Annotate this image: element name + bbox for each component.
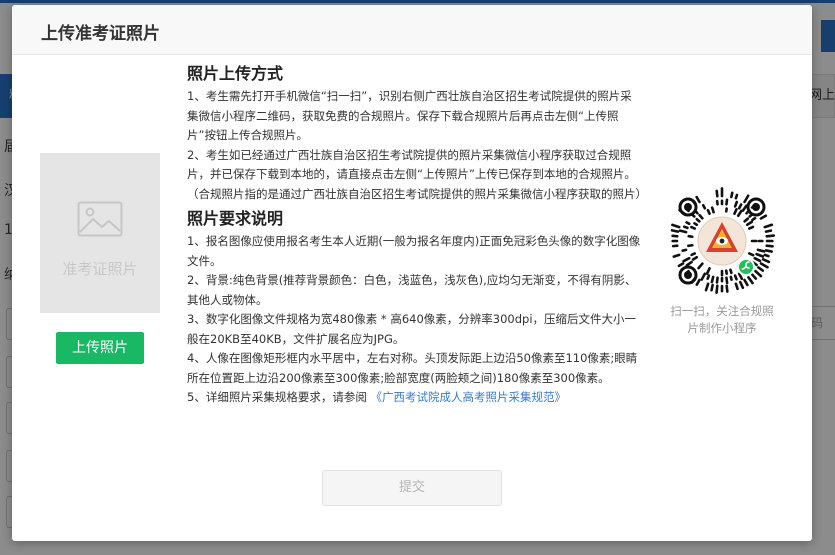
- qr-code-module: [765, 234, 776, 238]
- qr-caption: 扫一扫，关注合规照片制作小程序: [670, 304, 774, 335]
- qr-code-module: [678, 229, 688, 234]
- qr-code-module: [759, 262, 769, 269]
- qr-code-module: [725, 198, 729, 206]
- qr-code-module: [682, 256, 691, 263]
- qr-code-module: [736, 209, 743, 218]
- requirement-paragraph: 1、报名图像应使用报名考生本人近期(一般为报名年度内)正面免冠彩色头像的数字化图…: [187, 234, 641, 268]
- qr-code-module: [701, 203, 707, 210]
- qr-code-module: [764, 249, 773, 253]
- qr-code-module: [734, 193, 739, 200]
- qr-code-module: [687, 243, 694, 248]
- qr-code-module: [765, 244, 774, 248]
- mini-program-qr-code: [670, 187, 776, 294]
- upload-photo-modal: 上传准考证照片 准考证照片 上传照片 照片上传方式 1、考生需先打开手机微信“扫…: [12, 5, 812, 541]
- qr-code-module: [759, 214, 768, 220]
- qr-code-module: [761, 258, 771, 264]
- qr-code-module: [695, 195, 701, 204]
- qr-code-module: [682, 225, 689, 230]
- qr-code-module: [747, 225, 755, 230]
- photo-placeholder-text: 准考证照片: [62, 260, 138, 278]
- requirement-paragraph: 2、背景:纯色背景(推荐背景颜色：白色，浅蓝色，浅灰色),应均匀无渐变，不得有阴…: [187, 273, 637, 307]
- qr-code-module: [672, 253, 681, 258]
- qr-code-module: [729, 268, 733, 275]
- qr-code-module: [750, 273, 758, 280]
- qr-code-module: [681, 248, 688, 252]
- spec-reference-text: 5、详细照片采集规格要求，请参阅: [187, 390, 367, 404]
- qr-code-module: [685, 260, 693, 267]
- qr-code-module: [685, 221, 691, 226]
- qr-code-module: [706, 208, 711, 216]
- qr-code-module: [756, 248, 766, 253]
- qr-finder-dot: [684, 271, 692, 279]
- requirement-paragraph: 4、人像在图像矩形框内水平居中，左右对称。头顶发际距上边沿50像素至110像素;…: [187, 351, 638, 385]
- image-icon: [77, 201, 123, 237]
- requirement-paragraph: 3、数字化图像文件规格为宽480像素 * 高640像素，分辨率300dpi，压缩…: [187, 312, 637, 346]
- qr-code-module: [729, 275, 733, 281]
- qr-code-module: [670, 229, 680, 233]
- qr-code-module: [747, 276, 754, 285]
- qr-code-module: [710, 283, 714, 292]
- qr-code-module: [690, 252, 697, 257]
- qr-code-module: [734, 282, 739, 291]
- qr-code-module: [700, 272, 707, 281]
- qr-code-module: [751, 216, 757, 222]
- instructions: 照片上传方式 1、考生需先打开手机微信“扫一扫”，识别右侧广西壮族自治区招生考试…: [187, 61, 647, 408]
- qr-code-module: [695, 217, 701, 223]
- qr-code-module: [693, 222, 699, 227]
- qr-code-module: [725, 276, 729, 285]
- qr-code-module: [733, 274, 738, 281]
- modal-title: 上传准考证照片: [41, 24, 160, 44]
- qr-code-module: [745, 220, 754, 227]
- qr-code-module: [710, 206, 715, 214]
- qr-code-module: [743, 278, 749, 287]
- qr-code-module: [725, 284, 729, 293]
- qr-finder-dot: [684, 203, 692, 211]
- upload-method-title: 照片上传方式: [187, 64, 284, 83]
- qr-code-module: [710, 275, 715, 284]
- qr-code-module: [763, 253, 770, 258]
- qr-code-module: [690, 225, 697, 230]
- qr-code-module: [733, 200, 739, 208]
- qr-code-module: [737, 203, 743, 210]
- qr-code-module: [687, 234, 694, 239]
- qr-code-module: [691, 255, 699, 261]
- qr-code-module: [764, 229, 773, 233]
- qr-code-module: [743, 217, 750, 223]
- submit-button[interactable]: 提交: [322, 470, 502, 506]
- qr-code-module: [705, 266, 711, 275]
- qr-code-module: [739, 280, 745, 290]
- qr-code-module: [733, 207, 738, 216]
- qr-code-module: [730, 191, 734, 199]
- qr-code-module: [677, 262, 685, 268]
- qr-code-module: [743, 194, 750, 204]
- qr-code-module: [715, 284, 719, 294]
- qr-code-module: [763, 223, 774, 229]
- qr-code-module: [741, 204, 748, 212]
- qr-finder-dot: [752, 203, 760, 211]
- method-paragraph: 1、考生需先打开手机微信“扫一扫”，识别右侧广西壮族自治区招生考试院提供的照片采…: [187, 89, 632, 142]
- photo-preview: 准考证照片: [40, 153, 160, 313]
- upload-photo-button[interactable]: 上传照片: [56, 332, 144, 364]
- qr-code-module: [698, 213, 704, 220]
- qr-code-module: [715, 276, 719, 284]
- modal-header: 上传准考证照片: [12, 5, 812, 55]
- qr-code-module: [704, 282, 710, 292]
- qr-code-module: [697, 262, 704, 270]
- qr-code-module: [747, 252, 755, 257]
- requirement-paragraph: 5、详细照片采集规格要求，请参阅 《广西考试院成人高考照片采集规范》: [187, 388, 642, 408]
- qr-code-module: [754, 269, 763, 278]
- method-paragraph: 2、考生如已经通过广西壮族自治区招生考试院提供的照片采集微信小程序获取过合规照片…: [187, 147, 647, 201]
- qr-code-module: [757, 266, 765, 272]
- qr-code-module: [755, 252, 765, 258]
- qr-code-module: [695, 278, 701, 286]
- requirements-title: 照片要求说明: [187, 209, 284, 228]
- qr-code-module: [671, 223, 681, 229]
- qr-code-module: [753, 256, 762, 263]
- qr-code-module: [715, 189, 719, 198]
- qr-code-module: [706, 274, 711, 281]
- spec-reference-link[interactable]: 《广西考试院成人高考照片采集规范》: [370, 390, 566, 404]
